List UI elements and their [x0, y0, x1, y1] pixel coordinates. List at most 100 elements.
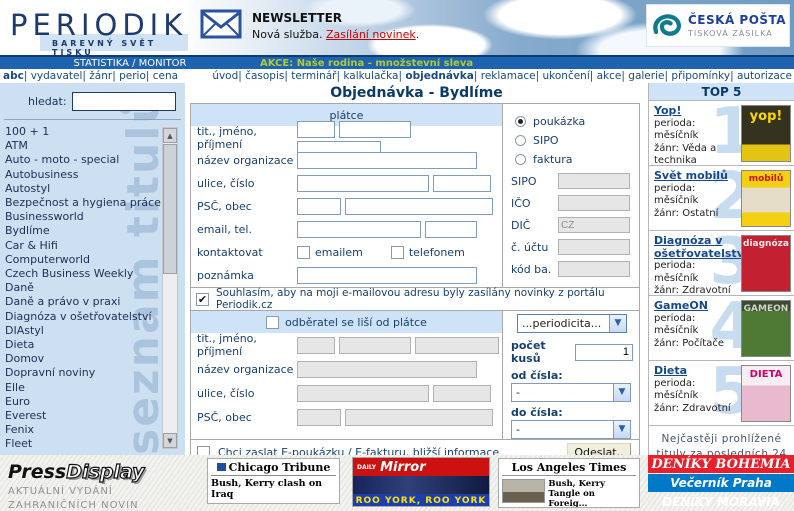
daily-mirror-thumbnail[interactable]: DAILYMirror ROO YORK, ROO YORK — [352, 457, 490, 507]
magazine-list-item[interactable]: Computerworld — [5, 253, 185, 267]
deniky-band-link[interactable]: DENÍKY BOHEMIA — [648, 455, 794, 473]
quantity-field[interactable] — [575, 344, 633, 361]
magazine-list-item[interactable]: Bezpečnost a hygiena práce — [5, 196, 185, 210]
filter-tab[interactable]: perio — [112, 70, 146, 82]
subscriber-firstname-field[interactable] — [339, 337, 411, 354]
magazine-cover-thumbnail[interactable]: mobilů — [741, 170, 791, 227]
magazine-list-item[interactable]: Everest — [5, 409, 185, 423]
magazine-list-item[interactable]: Dopravní noviny — [5, 366, 185, 380]
bank-code-field[interactable] — [558, 261, 630, 277]
nav-tab[interactable]: autorizace — [730, 70, 792, 82]
contact-email-checkbox[interactable] — [297, 246, 310, 259]
magazine-list-item[interactable]: Daně — [5, 281, 185, 295]
nav-tab[interactable]: reklamace — [474, 70, 536, 82]
magazine-cover-thumbnail[interactable]: DIETA — [741, 365, 791, 422]
radio-icon[interactable] — [515, 135, 526, 146]
nav-tab[interactable]: galerie — [621, 70, 664, 82]
magazine-list-item[interactable]: Businessworld — [5, 210, 185, 224]
magazine-list-item[interactable]: Car & Hifi — [5, 239, 185, 253]
dic-field[interactable] — [558, 217, 630, 233]
subscriber-title-field[interactable] — [297, 337, 335, 354]
subscriber-org-field[interactable] — [297, 361, 477, 378]
ico-field[interactable] — [558, 195, 630, 211]
note-field[interactable] — [297, 267, 477, 284]
radio-icon[interactable] — [515, 154, 526, 165]
deniky-band-link[interactable]: DENÍKY MORAVIA — [648, 493, 794, 511]
payer-org-field[interactable] — [297, 152, 477, 169]
payment-option-sipo[interactable]: SIPO — [515, 131, 639, 150]
nav-tab[interactable]: ukončení — [536, 70, 590, 82]
filter-tab[interactable]: vydavatel — [24, 70, 83, 82]
periodicity-select[interactable]: ...periodicita... ▼ — [517, 314, 627, 333]
subscriber-lastname-field[interactable] — [415, 337, 499, 354]
chevron-down-icon[interactable]: ▼ — [609, 315, 626, 332]
chevron-down-icon[interactable]: ▼ — [613, 421, 630, 438]
contact-phone-checkbox[interactable] — [391, 246, 404, 259]
payer-zip-field[interactable] — [297, 198, 341, 215]
filter-tab[interactable]: žánr — [82, 70, 112, 82]
chicago-tribune-thumbnail[interactable]: Chicago Tribune Bush, Kerry clash on Ira… — [207, 458, 340, 504]
nav-tab[interactable]: akce — [590, 70, 622, 82]
payer-streetno-field[interactable] — [433, 175, 491, 192]
magazine-list-item[interactable]: Czech Business Weekly — [5, 267, 185, 281]
magazine-list-item[interactable]: Diagnóza v ošetřovatelství — [5, 310, 185, 324]
to-number-select[interactable]: - ▼ — [511, 420, 631, 439]
magazine-list-item[interactable]: 100 + 1 — [5, 125, 185, 139]
magazine-list-item[interactable]: Euro — [5, 395, 185, 409]
magazine-title-link[interactable]: Svět mobilů — [654, 170, 740, 183]
magazine-cover-thumbnail[interactable]: diagnóza — [741, 235, 791, 292]
magazine-cover-thumbnail[interactable]: yop! — [741, 105, 791, 162]
magazine-list-item[interactable]: Auto - moto - special — [5, 153, 185, 167]
nav-tab[interactable]: úvod — [212, 70, 238, 82]
magazine-title-link[interactable]: Diagnóza v ošetřovatelství — [654, 235, 740, 260]
magazine-list-item[interactable]: Domov — [5, 352, 185, 366]
payer-email-field[interactable] — [297, 221, 421, 238]
magazine-list-item[interactable]: Bydlíme — [5, 224, 185, 238]
consent-checkbox[interactable]: ✔ — [196, 293, 209, 306]
payer-title-field[interactable] — [297, 121, 335, 138]
filter-tab[interactable]: cena — [146, 70, 178, 82]
magazine-list-item[interactable]: Daně a právo v praxi — [5, 295, 185, 309]
scroll-down-icon[interactable]: ▼ — [163, 433, 177, 448]
magazine-cover-thumbnail[interactable]: GAMEON — [741, 300, 791, 357]
magazine-list-item[interactable]: ATM — [5, 139, 185, 153]
subscriber-streetno-field[interactable] — [433, 385, 491, 402]
magazine-list-item[interactable]: Autobusiness — [5, 168, 185, 182]
akce-banner-link[interactable]: AKCE: Naše rodina - množstevní sleva — [260, 58, 473, 69]
newsletter-link[interactable]: Zasílání novinek — [326, 28, 416, 41]
magazine-list-item[interactable]: DIAstyl — [5, 324, 185, 338]
account-field[interactable] — [558, 239, 630, 255]
from-number-select[interactable]: - ▼ — [511, 383, 631, 402]
nav-tab[interactable]: připomínky — [664, 70, 730, 82]
statistika-monitor-link[interactable]: STATISTIKA / MONITOR — [0, 58, 260, 69]
magazine-title-link[interactable]: Dieta — [654, 365, 740, 378]
deniky-band-link[interactable]: Večerník Praha — [648, 474, 794, 492]
payer-city-field[interactable] — [345, 198, 493, 215]
payer-street-field[interactable] — [297, 175, 429, 192]
la-times-thumbnail[interactable]: Los Angeles Times Bush, Kerry Tangle on … — [498, 458, 640, 508]
payer-phone-field[interactable] — [425, 221, 477, 238]
magazine-list-item[interactable]: Dieta — [5, 338, 185, 352]
search-input[interactable] — [72, 92, 176, 111]
magazine-title-link[interactable]: GameON — [654, 300, 740, 313]
nav-tab[interactable]: kalkulačka — [336, 70, 398, 82]
radio-icon[interactable] — [515, 116, 526, 127]
scroll-up-icon[interactable]: ▲ — [163, 128, 177, 143]
magazine-title-link[interactable]: Yop! — [654, 105, 740, 118]
subscriber-street-field[interactable] — [297, 385, 429, 402]
payment-option-faktura[interactable]: faktura — [515, 150, 639, 169]
nav-tab[interactable]: objednávka — [399, 70, 474, 82]
scrollbar-thumb[interactable] — [163, 144, 177, 274]
magazine-list-item[interactable]: Autostyl — [5, 182, 185, 196]
periodik-logo[interactable]: PERIODIK BAREVNÝ SVĚT TISKU — [10, 8, 190, 52]
pressdisplay-logo[interactable]: PressDisplay AKTUÁLNÍ VYDÁNÍ ZAHRANIČNÍC… — [8, 461, 145, 511]
sipo-field[interactable] — [558, 173, 630, 189]
list-scrollbar[interactable]: ▲ ▼ — [162, 127, 178, 449]
subscriber-zip-field[interactable] — [297, 409, 341, 426]
subscriber-differs-checkbox[interactable] — [266, 316, 279, 329]
chevron-down-icon[interactable]: ▼ — [613, 384, 630, 401]
ceska-posta-logo[interactable]: ČESKÁ POŠTA TISKOVÁ ZÁSILKA — [646, 4, 790, 47]
magazine-list-item[interactable]: Fleet — [5, 437, 185, 451]
payment-option-poukazka[interactable]: poukázka — [515, 112, 639, 131]
payer-firstname-field[interactable] — [339, 121, 411, 138]
